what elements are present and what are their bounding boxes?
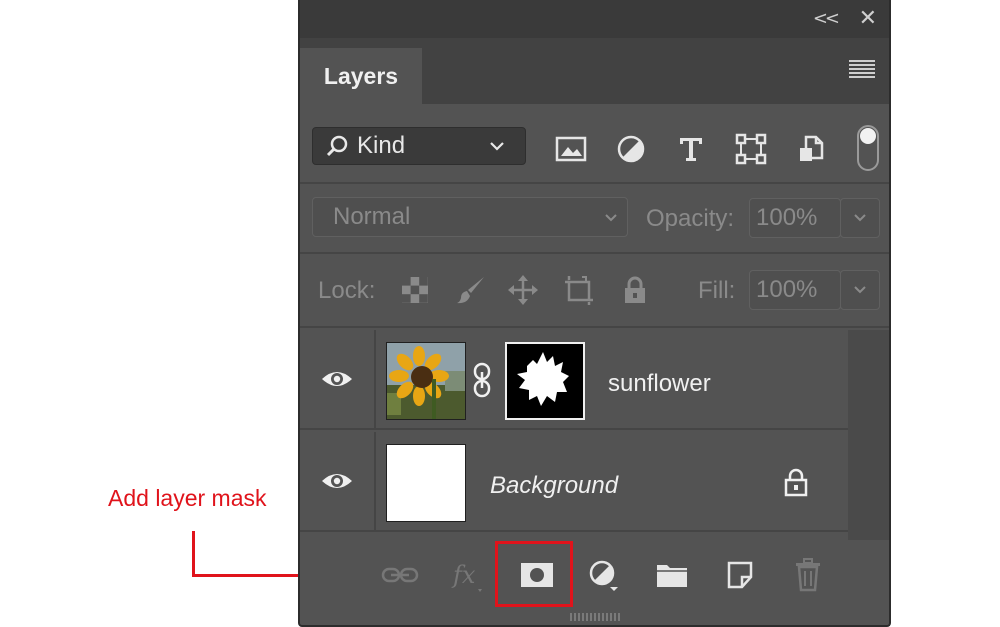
visibility-toggle[interactable]: [300, 432, 376, 530]
collapse-icon[interactable]: <<: [813, 8, 840, 29]
fill-input[interactable]: 100%: [749, 270, 841, 310]
lock-position-icon[interactable]: [506, 273, 540, 307]
toggle-knob: [860, 128, 876, 144]
callout-highlight-box: [495, 541, 573, 607]
lock-label: Lock:: [318, 277, 376, 304]
lock-artboard-icon[interactable]: [562, 273, 596, 307]
fill-label: Fill:: [698, 277, 736, 304]
kind-filter-select[interactable]: Kind: [312, 127, 526, 165]
tab-layers[interactable]: Layers: [300, 48, 422, 104]
search-icon: [326, 135, 348, 157]
link-icon[interactable]: [470, 362, 494, 403]
kind-label: Kind: [357, 132, 406, 159]
layers-panel: << ✕ Layers Kind Normal Opacity: 100% Lo…: [298, 0, 891, 627]
layer-mask-thumbnail[interactable]: [505, 342, 585, 420]
panel-title-bar: << ✕: [300, 0, 889, 38]
layer-thumbnail[interactable]: [386, 342, 466, 420]
visibility-toggle[interactable]: [300, 330, 376, 428]
chevron-down-icon: [490, 142, 504, 151]
close-icon[interactable]: ✕: [859, 6, 877, 31]
lock-transparent-icon[interactable]: [398, 273, 432, 307]
delete-layer-icon[interactable]: [788, 555, 828, 595]
shape-icon[interactable]: [734, 132, 768, 166]
chevron-down-icon: [854, 286, 866, 294]
layer-row-sunflower[interactable]: sunflower: [300, 330, 848, 430]
callout-label: Add layer mask: [108, 485, 267, 511]
divider: [300, 252, 889, 254]
layers-scroll-track[interactable]: [848, 330, 889, 540]
chevron-down-icon: [605, 214, 617, 222]
image-icon[interactable]: [554, 132, 588, 166]
svg-text:fx: fx: [451, 561, 476, 589]
layer-thumbnail[interactable]: [386, 444, 466, 522]
layer-name[interactable]: sunflower: [608, 370, 711, 398]
divider: [300, 182, 889, 184]
new-layer-icon[interactable]: [720, 555, 760, 595]
eye-icon: [322, 372, 352, 386]
fx-icon[interactable]: fx: [448, 555, 488, 595]
new-adjustment-icon[interactable]: [584, 555, 624, 595]
filter-toggle[interactable]: [857, 125, 879, 171]
resize-grip[interactable]: [570, 613, 620, 621]
fill-dropdown[interactable]: [840, 270, 880, 310]
layer-row-background[interactable]: Background: [300, 432, 848, 532]
layer-name[interactable]: Background: [490, 472, 618, 500]
opacity-label: Opacity:: [646, 205, 735, 232]
type-icon[interactable]: [674, 132, 708, 166]
divider: [300, 326, 889, 328]
opacity-input[interactable]: 100%: [749, 198, 841, 238]
adjustment-icon[interactable]: [614, 132, 648, 166]
eye-icon: [322, 474, 352, 488]
chevron-down-icon: [854, 214, 866, 222]
blend-mode-select[interactable]: Normal: [312, 197, 628, 237]
panel-menu-icon[interactable]: [849, 60, 875, 78]
lock-icon[interactable]: [782, 466, 810, 503]
smart-object-icon[interactable]: [794, 132, 828, 166]
opacity-dropdown[interactable]: [840, 198, 880, 238]
lock-all-icon[interactable]: [618, 273, 652, 307]
lock-pixels-icon[interactable]: [454, 273, 488, 307]
callout-line-vertical: [192, 531, 195, 577]
blend-mode-label: Normal: [333, 203, 411, 230]
link-layers-icon[interactable]: [380, 555, 420, 595]
new-group-icon[interactable]: [652, 555, 692, 595]
panel-tab-bar: Layers: [300, 38, 889, 104]
